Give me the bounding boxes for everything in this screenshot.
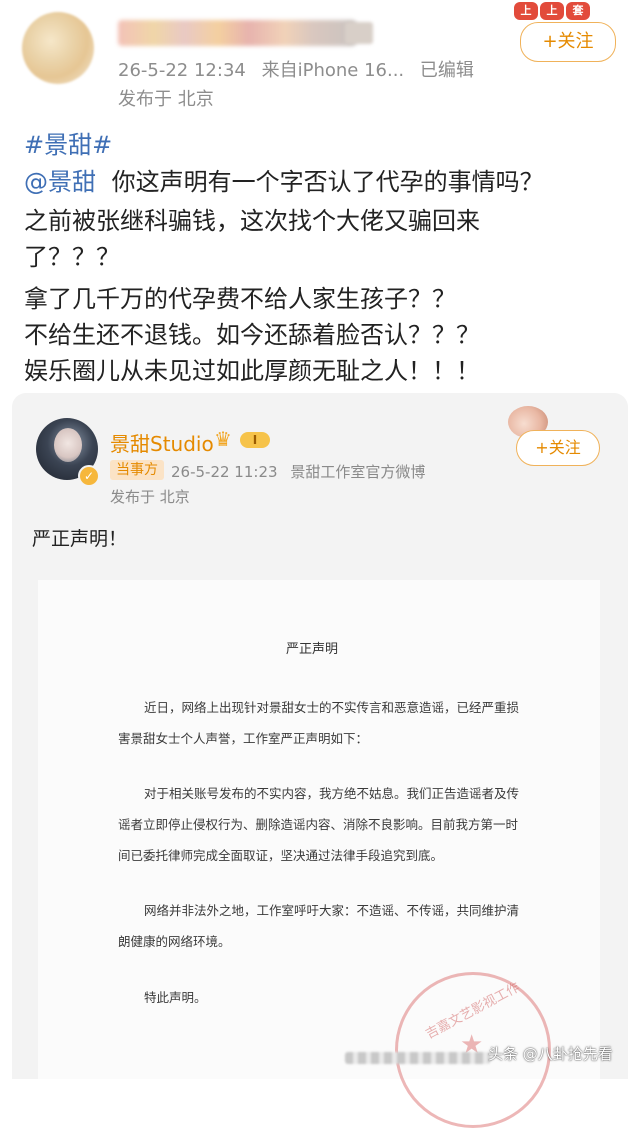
post-timestamp: 26-5-22 12:34 (118, 60, 246, 81)
post-source: 来自iPhone 16... (261, 60, 405, 81)
post-line-6: 娱乐圈儿从未见过如此厚颜无耻之人！！！ (24, 357, 480, 385)
crown-icon: ♛ (214, 427, 232, 451)
repost-description: 景甜工作室官方微博 (290, 463, 426, 481)
studio-follow-button[interactable]: +关注 (516, 430, 600, 466)
edited-label: 已编辑 (419, 60, 474, 81)
party-tag: 当事方 (110, 460, 164, 480)
studio-name[interactable]: 景甜Studio (110, 428, 214, 457)
post-line-5: 不给生还不退钱。如今还舔着脸否认？？？ (24, 321, 480, 349)
author-avatar[interactable] (22, 12, 94, 84)
post-meta: 26-5-22 12:34 来自iPhone 16... 已编辑 (118, 56, 474, 82)
level-badge: I (240, 432, 270, 448)
follow-button[interactable]: +关注 (520, 22, 616, 62)
post-line-4: 拿了几千万的代孕费不给人家生孩子？？ (24, 285, 456, 313)
sticker-1: 上 (514, 2, 538, 20)
statement-paragraph-3: 网络并非法外之地，工作室呼吁大家：不造谣、不传谣，共同维护清朗健康的网络环境。 (118, 903, 520, 949)
author-name-blurred[interactable] (118, 20, 356, 46)
statement-paragraph-2: 对于相关账号发布的不实内容，我方绝不姑息。我们正告造谣者及传谣者立即停止侵权行为… (118, 786, 520, 863)
post-line-1: @景甜 你这声明有一个字否认了代孕的事情吗？ (24, 165, 624, 200)
blurred-caption (345, 1052, 490, 1064)
post-line-2: 之前被张继科骗钱，这次找个大佬又骗回来 (24, 207, 480, 235)
hashtag-link[interactable]: #景甜# (24, 128, 624, 163)
sticker-tags: 上 上 套 (514, 2, 590, 20)
statement-paragraph-1: 近日，网络上出现针对景甜女士的不实传言和恶意造谣，已经严重损害景甜女士个人声誉，… (118, 700, 520, 746)
mention-link[interactable]: @景甜 (24, 168, 96, 196)
repost-meta: 26-5-22 11:23 景甜工作室官方微博 (171, 461, 425, 482)
watermark: 头条 @八卦抢先看 (488, 1045, 613, 1063)
post-line-1-text: 你这声明有一个字否认了代孕的事情吗？ (111, 168, 544, 196)
author-badge-blurred (345, 22, 373, 44)
repost-text: 严正声明！ (32, 528, 128, 550)
statement-closing: 特此声明。 (144, 990, 207, 1005)
repost-timestamp: 26-5-22 11:23 (171, 463, 278, 481)
repost-location: 发布于 北京 (110, 488, 190, 506)
post-line-3: 了？？？ (24, 243, 120, 271)
sticker-3: 套 (566, 2, 590, 20)
verified-icon: ✓ (78, 465, 100, 487)
post-location: 发布于 北京 (118, 89, 214, 110)
statement-title: 严正声明 (286, 642, 339, 657)
sticker-2: 上 (540, 2, 564, 20)
